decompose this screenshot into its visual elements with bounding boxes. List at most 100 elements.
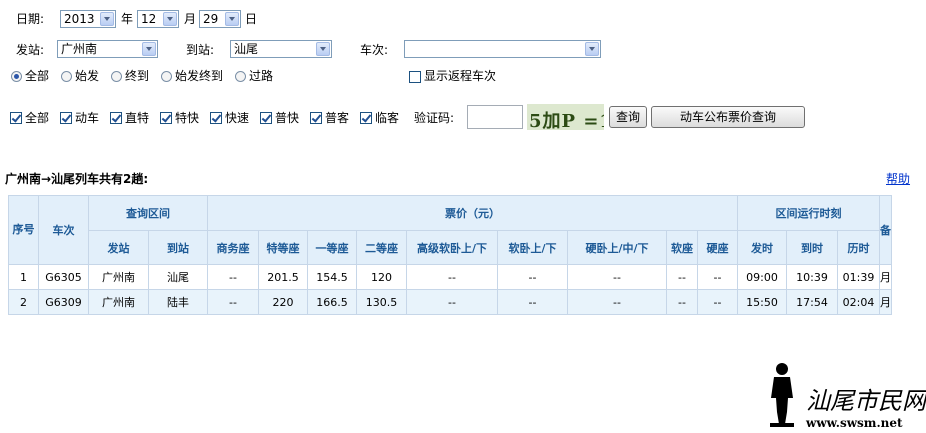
cell-deluxe-soft: -- [406,264,498,290]
type-checkbox-all[interactable] [10,112,22,124]
header-time: 区间运行时刻 [737,195,880,231]
cell-hard-seat: -- [697,264,738,290]
captcha-input[interactable] [467,105,523,129]
cell-train[interactable]: G6305 [38,264,89,290]
radio-label-origin-terminal: 始发终到 [175,69,224,83]
table-subheader-row: 发站 到站 商务座 特等座 一等座 二等座 高级软卧上/下 软卧上/下 硬卧上/… [9,230,892,265]
header-section: 查询区间 [88,195,208,231]
cell-soft-sleeper: -- [497,289,568,315]
month-select[interactable]: 12 [137,10,179,28]
header-special: 特等座 [258,230,308,265]
cell-first: 166.5 [307,289,357,315]
table-row[interactable]: 2 G6309 广州南 陆丰 -- 220 166.5 130.5 -- -- … [8,289,892,315]
cell-second: 120 [356,264,407,290]
cell-seq: 1 [8,264,39,290]
chevron-down-icon [585,42,599,56]
watermark-figure [762,360,802,428]
captcha-image[interactable]: 5加P =11 [527,104,604,130]
radio-label-passing: 过路 [249,69,274,83]
captcha-label: 验证码: [414,111,455,125]
table-header-row: 序号 车次 查询区间 票价（元） 区间运行时刻 备 [8,195,892,265]
watermark-title: 汕尾市民网 [806,387,926,415]
cell-to: 陆丰 [148,289,208,315]
type-checkbox-temporary[interactable] [360,112,372,124]
header-train: 车次 [38,195,89,265]
cell-seq: 2 [8,289,39,315]
to-station-select[interactable]: 汕尾 [230,40,332,58]
year-select[interactable]: 2013 [60,10,116,28]
cell-hard-seat: -- [697,289,738,315]
chevron-down-icon [316,42,330,56]
year-value: 2013 [64,12,95,26]
type-checkbox-direct[interactable] [110,112,122,124]
cell-arrive: 10:39 [786,264,838,290]
cell-deluxe-soft: -- [406,289,498,315]
person-silhouette-icon [770,363,794,427]
chevron-down-icon [163,12,177,26]
header-more: 备 [879,195,892,265]
radio-origin-terminal[interactable] [161,71,172,82]
table-row[interactable]: 1 G6305 广州南 汕尾 -- 201.5 154.5 120 -- -- … [8,264,892,290]
header-to: 到站 [148,230,208,265]
type-label-normal-fast: 普快 [275,111,300,125]
cell-to: 汕尾 [148,264,208,290]
to-station-value: 汕尾 [234,42,259,56]
from-station-label: 发站: [16,43,45,57]
radio-origin[interactable] [61,71,72,82]
radio-label-origin: 始发 [75,69,100,83]
cell-duration: 02:04 [837,289,880,315]
header-second: 二等座 [356,230,407,265]
train-no-select[interactable] [404,40,601,58]
radio-passing[interactable] [235,71,246,82]
radio-label-terminal: 终到 [125,69,150,83]
cell-train[interactable]: G6309 [38,289,89,315]
cell-more: 月 [879,289,892,315]
day-select[interactable]: 29 [199,10,241,28]
type-checkbox-emu[interactable] [60,112,72,124]
date-label: 日期: [16,12,45,26]
cell-hard-sleeper: -- [567,289,667,315]
watermark-url: www.swsm.net [806,416,903,430]
cell-depart: 15:50 [737,289,787,315]
type-label-temporary: 临客 [375,111,400,125]
type-label-direct: 直特 [125,111,150,125]
header-fare: 票价（元） [207,195,738,231]
header-arrive: 到时 [786,230,838,265]
cell-business: -- [207,289,259,315]
type-checkbox-express[interactable] [160,112,172,124]
header-soft-sleeper: 软卧上/下 [497,230,568,265]
radio-terminal[interactable] [111,71,122,82]
type-checkbox-fast[interactable] [210,112,222,124]
type-checkbox-normal[interactable] [310,112,322,124]
header-from: 发站 [88,230,149,265]
header-duration: 历时 [837,230,880,265]
cell-from: 广州南 [88,264,149,290]
cell-more: 月 [879,264,892,290]
cell-second: 130.5 [356,289,407,315]
radio-all[interactable] [11,71,22,82]
type-label-express: 特快 [175,111,200,125]
header-first: 一等座 [307,230,357,265]
cell-special: 201.5 [258,264,308,290]
type-checkbox-normal-fast[interactable] [260,112,272,124]
cell-soft-seat: -- [666,289,698,315]
help-link[interactable]: 帮助 [886,172,910,186]
from-station-select[interactable]: 广州南 [57,40,158,58]
from-station-value: 广州南 [61,42,98,56]
show-return-checkbox[interactable] [409,71,421,83]
type-label-fast: 快速 [225,111,250,125]
header-deluxe-soft: 高级软卧上/下 [406,230,498,265]
emu-fare-query-button[interactable]: 动车公布票价查询 [651,106,805,128]
day-value: 29 [203,12,219,26]
show-return-label: 显示返程车次 [424,69,497,83]
header-seq: 序号 [8,195,39,265]
type-label-emu: 动车 [75,111,100,125]
month-unit: 月 [184,12,197,26]
cell-first: 154.5 [307,264,357,290]
cell-duration: 01:39 [837,264,880,290]
query-button[interactable]: 查询 [609,106,647,128]
header-business: 商务座 [207,230,259,265]
cell-hard-sleeper: -- [567,264,667,290]
header-depart: 发时 [737,230,787,265]
cell-depart: 09:00 [737,264,787,290]
